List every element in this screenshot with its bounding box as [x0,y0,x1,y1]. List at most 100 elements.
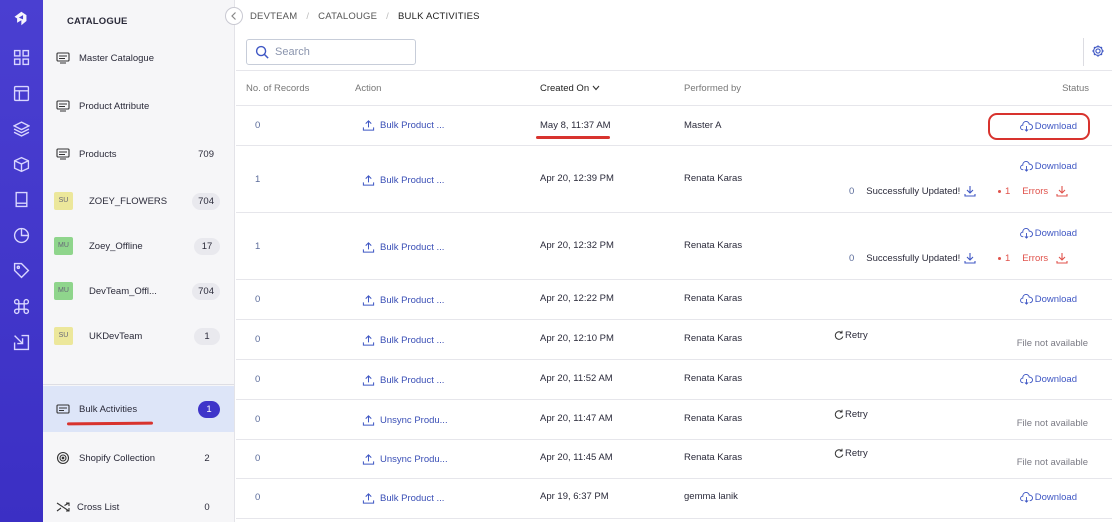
column-header-records[interactable]: No. of Records [246,83,309,94]
action-label: Bulk Product ... [380,175,445,186]
sidebar-item-products[interactable]: Products 709 [43,136,234,172]
sidebar-item-label: Bulk Activities [79,403,138,415]
grid-icon[interactable] [13,49,30,66]
search-input[interactable] [275,44,405,60]
download-label: Download [1034,492,1077,503]
sidebar-item-master-catalogue[interactable]: Master Catalogue [43,40,234,76]
retry-button[interactable]: Retry [834,330,868,341]
action-link[interactable]: Bulk Product ... [362,119,444,132]
action-link[interactable]: Bulk Product ... [362,334,444,347]
download-label: Download [1034,161,1077,172]
action-link[interactable]: Bulk Product ... [362,241,444,254]
download-success-icon[interactable] [964,185,976,197]
download-button[interactable]: Download [1019,228,1077,239]
action-label: Unsync Produ... [380,454,448,465]
retry-button[interactable]: Retry [834,448,868,459]
table-header: No. of Records Action Created On Perform… [236,70,1112,106]
action-link[interactable]: Bulk Product ... [362,492,444,505]
sidebar-item-label: Master Catalogue [79,52,154,64]
column-header-created-on[interactable]: Created On [540,83,600,94]
box-icon[interactable] [13,156,30,173]
success-summary: 0 Successfully Updated! [849,252,976,264]
performed-by: Renata Karas [684,413,743,424]
command-icon[interactable] [13,298,30,315]
table-row[interactable]: 0 Bulk Product ... Apr 19, 6:37 PM gemma… [236,479,1112,519]
success-label: Successfully Updated! [866,252,961,264]
table-row[interactable]: 0 Bulk Product ... Apr 20, 12:10 PM Rena… [236,320,1112,360]
book-icon[interactable] [13,191,30,208]
download-button[interactable]: Download [1019,492,1077,503]
annotation-highlight-underline [536,136,610,139]
sidebar-item-label: Shopify Collection [79,452,156,464]
refresh-icon [834,409,844,419]
app-logo-icon[interactable] [12,10,31,29]
download-success-icon[interactable] [964,252,976,264]
pie-chart-icon[interactable] [13,227,30,244]
sidebar-item-zoey-offline[interactable]: MU Zoey_Offline 17 [43,228,234,264]
download-button[interactable]: Download [1019,161,1077,172]
performed-by: Renata Karas [684,373,743,384]
action-link[interactable]: Unsync Produ... [362,453,448,466]
column-header-performed-by[interactable]: Performed by [684,83,741,94]
file-not-available: File not available [1016,338,1088,349]
breadcrumb-catalogue[interactable]: CATALOUGE [318,11,377,22]
records-count: 0 [255,453,261,464]
table-row[interactable]: 0 Unsync Produ... Apr 20, 11:47 AM Renat… [236,400,1112,440]
created-on: Apr 20, 11:52 AM [540,373,613,384]
created-on: Apr 20, 11:47 AM [540,413,613,424]
cloud-download-icon [1019,374,1033,385]
table-row[interactable]: 0 Bulk Product ... Apr 20, 12:22 PM Rena… [236,280,1112,320]
sidebar-item-zoey-flowers[interactable]: SU ZOEY_FLOWERS 704 [43,183,234,219]
download-button[interactable]: Download [1019,374,1077,385]
table-row[interactable]: 1 Bulk Product ... Apr 20, 12:39 PM Rena… [236,146,1112,213]
sidebar-item-shopify-collection[interactable]: Shopify Collection 2 [43,440,234,476]
table-row[interactable]: 1 Bulk Product ... Apr 20, 12:32 PM Rena… [236,213,1112,280]
performed-by: Renata Karas [684,293,743,304]
success-count: 0 [849,185,855,197]
sidebar-item-devteam-offline[interactable]: MU DevTeam_Offl... 704 [43,273,234,309]
table-row[interactable]: 0 Bulk Product ... Apr 20, 11:52 AM Rena… [236,360,1112,400]
import-icon[interactable] [13,334,30,351]
cloud-download-icon [1019,492,1033,503]
error-summary: 1 Errors [998,185,1068,197]
created-on: Apr 20, 11:45 AM [540,452,613,463]
download-errors-icon[interactable] [1056,185,1068,197]
breadcrumb: DEVTEAM / CATALOUGE / BULK ACTIVITIES [250,11,480,22]
count-badge: 2 [204,452,210,464]
count-badge: 1 [194,327,220,345]
cloud-download-icon [1019,161,1033,172]
breadcrumb-devteam[interactable]: DEVTEAM [250,11,297,22]
breadcrumb-current: BULK ACTIVITIES [398,11,480,22]
column-header-status[interactable]: Status [1062,83,1089,94]
records-count: 0 [255,294,261,305]
collection-icon [56,451,70,465]
created-on: Apr 20, 12:32 PM [540,240,614,251]
download-label: Download [1034,374,1077,385]
download-errors-icon[interactable] [1056,252,1068,264]
created-on: Apr 20, 12:10 PM [540,333,614,344]
action-link[interactable]: Bulk Product ... [362,374,444,387]
retry-button[interactable]: Retry [834,409,868,420]
column-header-action[interactable]: Action [355,83,381,94]
layers-icon[interactable] [13,120,30,137]
layout-icon[interactable] [13,85,30,102]
records-count: 0 [255,374,261,385]
action-link[interactable]: Unsync Produ... [362,414,448,427]
action-link[interactable]: Bulk Product ... [362,174,444,187]
download-button[interactable]: Download [1019,294,1077,305]
shuffle-icon [56,500,70,514]
error-dot [998,256,1001,260]
sidebar-item-ukdevteam[interactable]: SU UKDevTeam 1 [43,318,234,354]
table-row[interactable]: 0 Bulk Product ... May 8, 11:37 AM Maste… [236,106,1112,146]
action-label: Bulk Product ... [380,295,445,306]
gear-icon[interactable] [1091,44,1105,58]
collapse-sidebar-button[interactable] [225,7,243,25]
performed-by: Renata Karas [684,333,743,344]
search-box [246,39,416,65]
tag-icon[interactable] [13,262,30,279]
action-link[interactable]: Bulk Product ... [362,294,444,307]
table-row[interactable]: 0 Unsync Produ... Apr 20, 11:45 AM Renat… [236,440,1112,479]
sidebar-item-product-attribute[interactable]: Product Attribute [43,88,234,124]
success-label: Successfully Updated! [866,185,961,197]
sidebar-item-cross-list[interactable]: Cross List 0 [43,489,234,525]
